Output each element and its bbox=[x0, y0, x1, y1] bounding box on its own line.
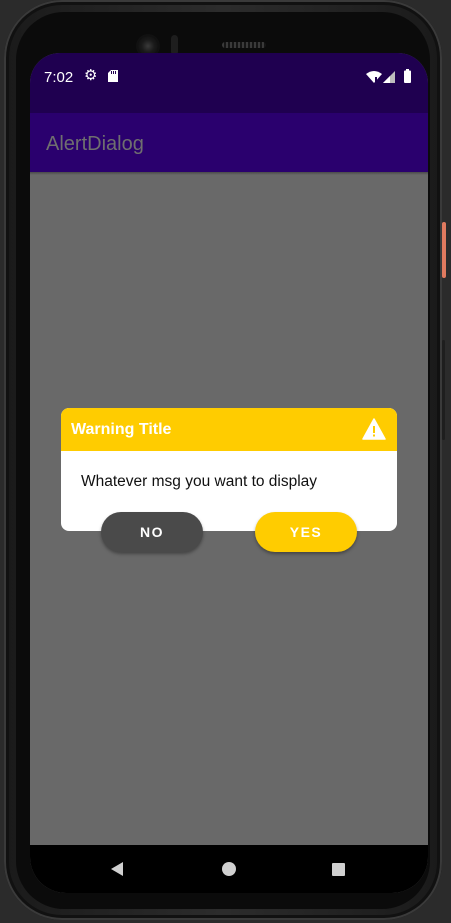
status-time: 7:02 bbox=[44, 69, 74, 86]
wifi-icon bbox=[366, 71, 382, 83]
battery-icon bbox=[404, 69, 411, 83]
status-bar: 7:02 ⚙ bbox=[30, 53, 428, 113]
no-button[interactable]: NO bbox=[101, 512, 203, 552]
dialog-title: Warning Title bbox=[71, 421, 172, 438]
proximity-sensor bbox=[171, 35, 178, 55]
earpiece-speaker bbox=[222, 42, 266, 48]
dialog-message: Whatever msg you want to display bbox=[81, 473, 318, 490]
recents-icon[interactable] bbox=[332, 863, 345, 876]
volume-button[interactable] bbox=[442, 340, 445, 440]
home-icon[interactable] bbox=[222, 862, 236, 876]
alert-dialog: Warning Title Whatever msg you want to d… bbox=[61, 408, 397, 531]
back-icon[interactable] bbox=[111, 862, 123, 876]
screen: 7:02 ⚙ AlertDialog Warning Title Whateve… bbox=[30, 53, 428, 893]
warning-icon bbox=[362, 418, 386, 440]
sd-card-icon bbox=[108, 70, 118, 82]
signal-icon bbox=[383, 71, 395, 83]
navigation-bar bbox=[30, 845, 428, 893]
app-bar: AlertDialog bbox=[30, 113, 428, 172]
power-button[interactable] bbox=[442, 222, 446, 278]
dialog-header: Warning Title bbox=[61, 408, 397, 451]
gear-icon: ⚙ bbox=[84, 67, 98, 84]
yes-button[interactable]: YES bbox=[255, 512, 357, 552]
app-title: AlertDialog bbox=[46, 133, 144, 155]
app-bar-shadow bbox=[30, 172, 428, 175]
